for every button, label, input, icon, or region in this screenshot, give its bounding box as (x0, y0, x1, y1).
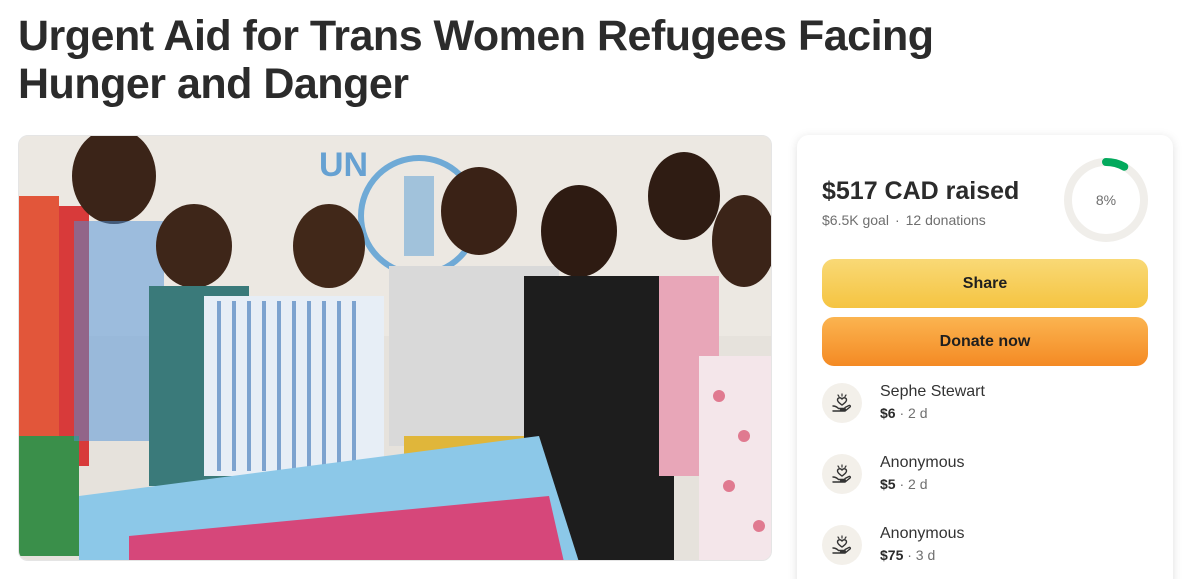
donor-heart-hand-icon (822, 454, 862, 494)
donor-name: Anonymous (880, 454, 965, 471)
donation-item: Anonymous $5 · 2 d (822, 454, 1148, 504)
campaign-hero-image: UN (18, 135, 772, 561)
donor-heart-hand-icon (822, 525, 862, 565)
hero-photo: UN (19, 136, 771, 560)
donation-time: · 2 d (899, 476, 928, 492)
meta-separator: · (894, 212, 900, 228)
amount-raised: $517 CAD raised (822, 177, 1020, 205)
donation-detail: $5 · 2 d (880, 476, 927, 492)
svg-text:UN: UN (319, 146, 368, 184)
donation-amount: $5 (880, 476, 896, 492)
goal-and-count: $6.5K goal · 12 donations (822, 212, 986, 228)
donation-item: Sephe Stewart $6 · 2 d (822, 383, 1148, 433)
donate-now-button[interactable]: Donate now (822, 317, 1148, 366)
donation-detail: $75 · 3 d (880, 547, 935, 563)
donation-detail: $6 · 2 d (880, 405, 927, 421)
donor-name: Sephe Stewart (880, 383, 985, 400)
campaign-title: Urgent Aid for Trans Women Refugees Faci… (18, 12, 934, 108)
share-button[interactable]: Share (822, 259, 1148, 308)
donation-time: · 3 d (907, 547, 936, 563)
goal-amount: $6.5K goal (822, 212, 889, 228)
progress-percent: 8% (1095, 192, 1117, 208)
donation-count: 12 donations (905, 212, 986, 228)
donation-amount: $6 (880, 405, 896, 421)
donation-summary-card: $517 CAD raised $6.5K goal · 12 donations … (797, 135, 1173, 579)
donation-item: Anonymous $75 · 3 d (822, 525, 1148, 575)
donation-amount: $75 (880, 547, 904, 563)
donor-name: Anonymous (880, 525, 965, 542)
donor-heart-hand-icon (822, 383, 862, 423)
donation-time: · 2 d (899, 405, 928, 421)
